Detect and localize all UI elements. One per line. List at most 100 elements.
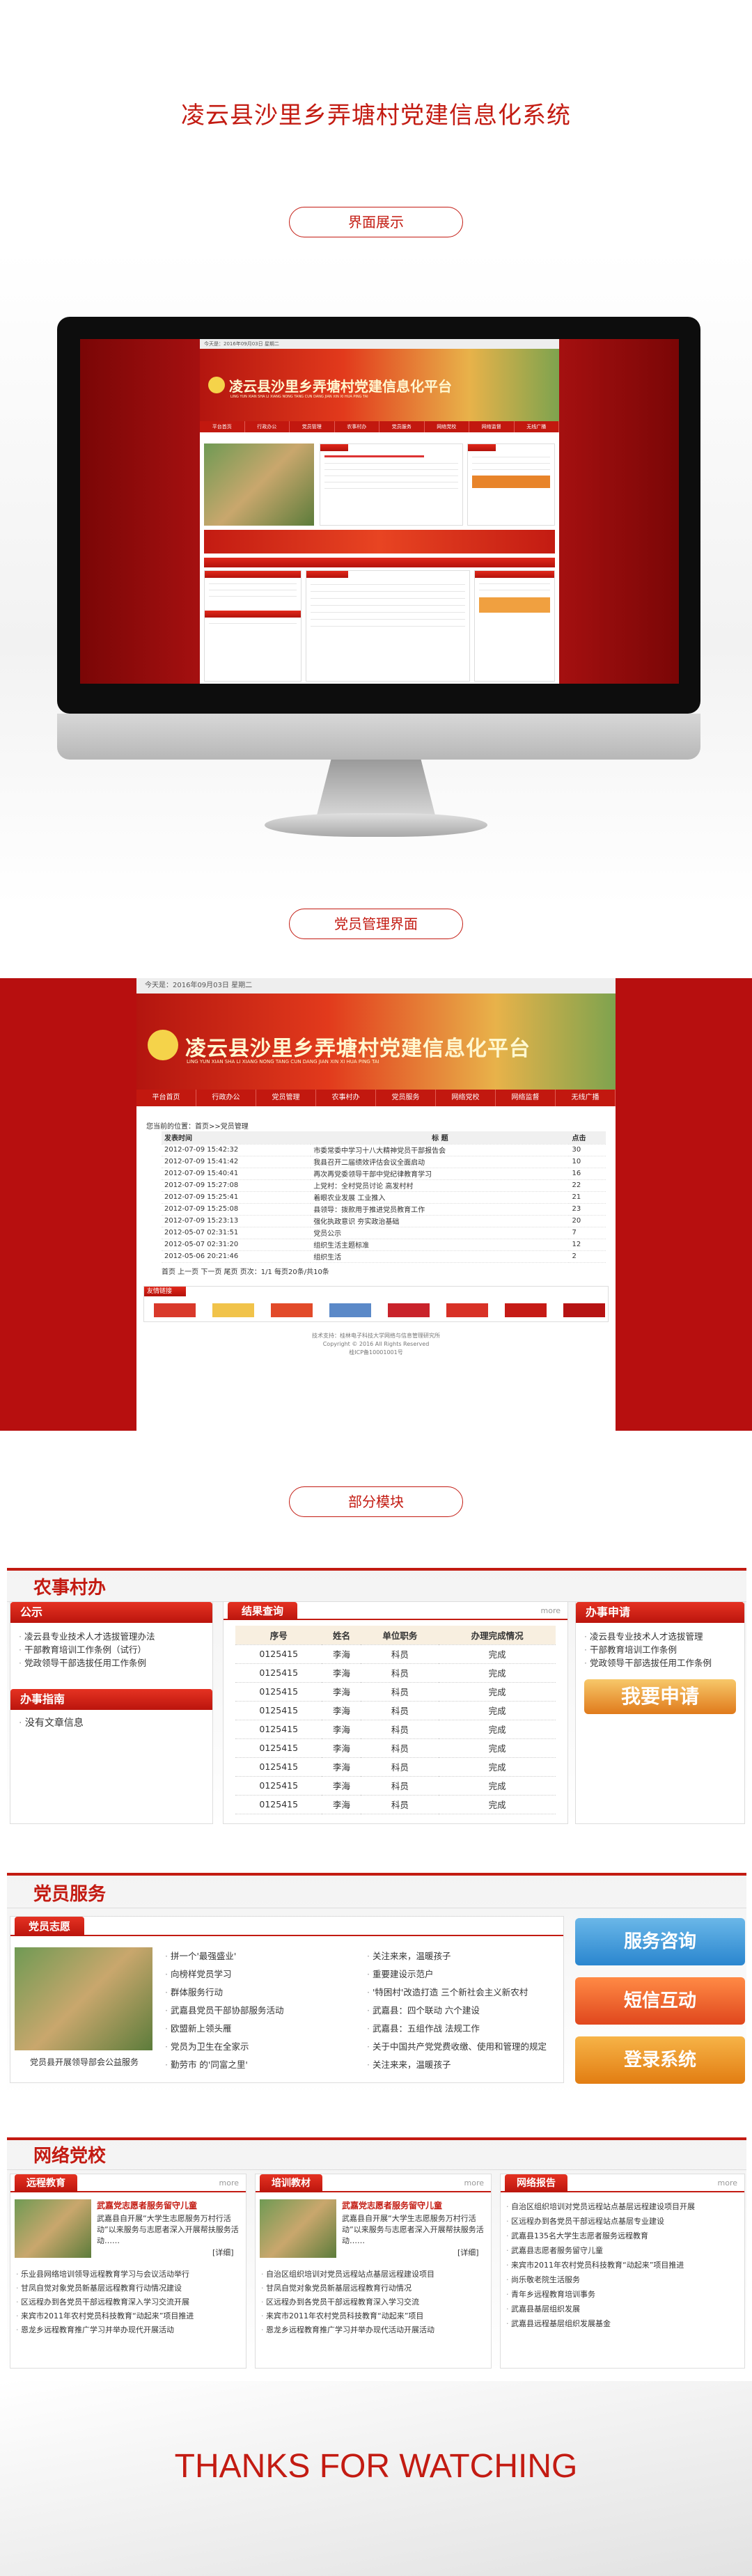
table-row[interactable]: 2012-07-09 15:25:08 县领导：拨款用于推进党员教育工作 23 <box>162 1203 606 1216</box>
list-item[interactable]: 尚乐敬老院生活服务 <box>506 2272 740 2287</box>
list-item[interactable]: 凌云县专业技术人才选拔管理办法 <box>19 1630 204 1643</box>
link-logo-7[interactable] <box>505 1303 547 1317</box>
nav-supervise[interactable]: 网络监督 <box>469 421 515 432</box>
nav-home[interactable]: 平台首页 <box>136 1090 196 1106</box>
list-item[interactable]: 来宾市2011年农村党员科技教育“动起来”项目 <box>261 2309 487 2323</box>
detail-link[interactable]: [详细] <box>212 2247 234 2258</box>
login-system-button[interactable]: 登录系统 <box>575 2036 745 2084</box>
list-item[interactable]: 武嘉县党员干部协部服务活动 <box>165 2002 360 2020</box>
link-logo-2[interactable] <box>212 1303 254 1317</box>
table-row[interactable]: 0125415 李海 科员 完成 <box>235 1757 556 1777</box>
row-title[interactable]: 强化执政意识 夯实政治基础 <box>311 1215 570 1227</box>
row-title[interactable]: 组织生活主题标准 <box>311 1239 570 1251</box>
row-title[interactable]: 市委常委中学习十八大精神党员干部报告会 <box>311 1144 570 1156</box>
list-item[interactable]: 重要建设示范户 <box>367 1965 555 1984</box>
list-item[interactable]: 勤劳市 的'同富之里' <box>165 2056 360 2074</box>
list-item[interactable]: 武嘉县志愿者服务留守儿童 <box>506 2243 740 2258</box>
nav-office[interactable]: 行政办公 <box>196 1090 256 1106</box>
list-item[interactable]: 青年乡远程教育培训事务 <box>506 2287 740 2302</box>
nav-village[interactable]: 农事村办 <box>316 1090 376 1106</box>
table-row[interactable]: 2012-07-09 15:27:08 上党村：全村党员讨论 高发村村 22 <box>162 1179 606 1192</box>
list-item[interactable]: 欧盟新上领头雁 <box>165 2020 360 2038</box>
list-item[interactable]: 恩龙乡远程教育推广学习并举办现代开展活动 <box>16 2323 242 2337</box>
nav-radio[interactable]: 无线广播 <box>556 1090 616 1106</box>
table-row[interactable]: 2012-05-06 20:21:46 组织生活 2 <box>162 1250 606 1263</box>
list-item[interactable]: 甘凤自觉对象党员新基层远程教育行动情况建设 <box>16 2282 242 2295</box>
more-link[interactable]: more <box>464 2178 485 2188</box>
list-item[interactable]: 凌云县专业技术人才选拔管理 <box>584 1630 736 1643</box>
pager[interactable]: 首页 上一页 下一页 尾页 页次：1/1 每页20条/共10条 <box>162 1263 606 1279</box>
nav-service[interactable]: 党员服务 <box>379 421 425 432</box>
row-title[interactable]: 再次再党委领导干部中党纪律教育学习 <box>311 1168 570 1180</box>
table-row[interactable]: 2012-05-07 02:31:20 组织生活主题标准 12 <box>162 1239 606 1251</box>
list-item[interactable]: '特困村'改造打造 三个新社会主义新农村 <box>367 1984 555 2002</box>
list-item[interactable]: 区远程办到各党员干部远程教育深入学习交流开展 <box>16 2295 242 2309</box>
list-item[interactable]: 区远程办到各党员干部远程站点基层专业建设 <box>506 2214 740 2229</box>
row-title[interactable]: 党员公示 <box>311 1227 570 1239</box>
row-title[interactable]: 上党村：全村党员讨论 高发村村 <box>311 1179 570 1192</box>
headline[interactable]: 武嘉党志愿者服务留守儿童 <box>97 2199 240 2211</box>
table-row[interactable]: 0125415 李海 科员 完成 <box>235 1701 556 1720</box>
list-item[interactable]: 干部教育培训工作条例（试行） <box>19 1643 204 1656</box>
detail-link[interactable]: [详细] <box>457 2247 479 2258</box>
nav-supervise[interactable]: 网络监督 <box>496 1090 556 1106</box>
nav-home[interactable]: 平台首页 <box>200 421 245 432</box>
table-row[interactable]: 2012-07-09 15:23:13 强化执政意识 夯实政治基础 20 <box>162 1215 606 1227</box>
nav-village[interactable]: 农事村办 <box>335 421 379 432</box>
link-logo-8[interactable] <box>563 1303 605 1317</box>
list-item[interactable]: 拼一个'最强盛业' <box>165 1947 360 1965</box>
table-row[interactable]: 2012-07-09 15:25:41 着眼农业发展 工业推入 21 <box>162 1191 606 1204</box>
more-link[interactable]: more <box>718 2178 738 2188</box>
table-row[interactable]: 2012-07-09 15:42:32 市委常委中学习十八大精神党员干部报告会 30 <box>162 1144 606 1156</box>
table-row[interactable]: 0125415 李海 科员 完成 <box>235 1682 556 1702</box>
table-row[interactable]: 0125415 李海 科员 完成 <box>235 1795 556 1814</box>
list-item[interactable]: 党政领导干部选拔任用工作条例 <box>19 1656 204 1670</box>
nav-service[interactable]: 党员服务 <box>376 1090 436 1106</box>
row-title[interactable]: 组织生活 <box>311 1250 570 1263</box>
link-logo-4[interactable] <box>329 1303 371 1317</box>
table-row[interactable]: 0125415 李海 科员 完成 <box>235 1663 556 1683</box>
list-item[interactable]: 关注来来，温暖孩子 <box>367 1947 555 1965</box>
list-item[interactable]: 乐业县网络培训领导远程教育学习与会议活动举行 <box>16 2268 242 2282</box>
nav-office[interactable]: 行政办公 <box>245 421 290 432</box>
list-item[interactable]: 武嘉县：四个联动 六个建设 <box>367 2002 555 2020</box>
list-item[interactable]: 自治区组织培训对党员远程站点基层远程建设项目开展 <box>506 2199 740 2214</box>
list-item[interactable]: 干部教育培训工作条例 <box>584 1643 736 1656</box>
list-item[interactable]: 武嘉县远程基层组织发展基金 <box>506 2316 740 2331</box>
list-item[interactable]: 向榜样党员学习 <box>165 1965 360 1984</box>
more-link[interactable]: more <box>541 1606 561 1615</box>
list-item[interactable]: 区远程办到各党员干部远程教育深入学习交流 <box>261 2295 487 2309</box>
table-row[interactable]: 2012-07-09 15:41:42 我县召开二届绩效评估会议全面启动 10 <box>162 1156 606 1168</box>
list-item[interactable]: 武嘉县：五组作战 法规工作 <box>367 2020 555 2038</box>
tab-jiaocai[interactable]: 培训教材 <box>260 2174 322 2192</box>
table-row[interactable]: 0125415 李海 科员 完成 <box>235 1644 556 1664</box>
list-item[interactable]: 群体服务行动 <box>165 1984 360 2002</box>
nav-radio[interactable]: 无线广播 <box>515 421 559 432</box>
nav-school[interactable]: 网络党校 <box>425 421 469 432</box>
row-title[interactable]: 着眼农业发展 工业推入 <box>311 1191 570 1204</box>
list-item[interactable]: 自治区组织培训对党员远程站点基层远程建设项目 <box>261 2268 487 2282</box>
sms-button[interactable]: 短信互动 <box>575 1977 745 2025</box>
link-logo-1[interactable] <box>154 1303 196 1317</box>
list-item[interactable]: 武嘉县135名大学生志愿者服务远程教育 <box>506 2229 740 2243</box>
link-logo-6[interactable] <box>446 1303 488 1317</box>
list-item[interactable]: 来宾市2011年农村党员科技教育“动起来”项目推进 <box>16 2309 242 2323</box>
list-item[interactable]: 甘凤自觉对象党员新基层远程教育行动情况 <box>261 2282 487 2295</box>
more-link[interactable]: more <box>219 2178 240 2188</box>
list-item[interactable]: 恩龙乡远程教育推广学习并举办现代活动开展活动 <box>261 2323 487 2337</box>
list-item[interactable]: 关于中国共产党党费收缴、使用和管理的规定 <box>367 2038 555 2056</box>
row-title[interactable]: 我县召开二届绩效评估会议全面启动 <box>311 1156 570 1168</box>
link-logo-5[interactable] <box>388 1303 430 1317</box>
table-row[interactable]: 2012-05-07 02:31:51 党员公示 7 <box>162 1227 606 1239</box>
list-item[interactable]: 党员为卫生在全家示 <box>165 2038 360 2056</box>
table-row[interactable]: 0125415 李海 科员 完成 <box>235 1776 556 1796</box>
table-row[interactable]: 2012-07-09 15:40:41 再次再党委领导干部中党纪律教育学习 16 <box>162 1168 606 1180</box>
row-title[interactable]: 县领导：拨款用于推进党员教育工作 <box>311 1203 570 1216</box>
link-logo-3[interactable] <box>271 1303 313 1317</box>
tab-baogao[interactable]: 网络报告 <box>505 2174 567 2192</box>
list-item[interactable]: 武嘉县基层组织发展 <box>506 2302 740 2316</box>
nav-school[interactable]: 网络党校 <box>436 1090 496 1106</box>
nav-member[interactable]: 党员管理 <box>290 421 335 432</box>
table-row[interactable]: 0125415 李海 科员 完成 <box>235 1720 556 1739</box>
table-row[interactable]: 0125415 李海 科员 完成 <box>235 1738 556 1758</box>
